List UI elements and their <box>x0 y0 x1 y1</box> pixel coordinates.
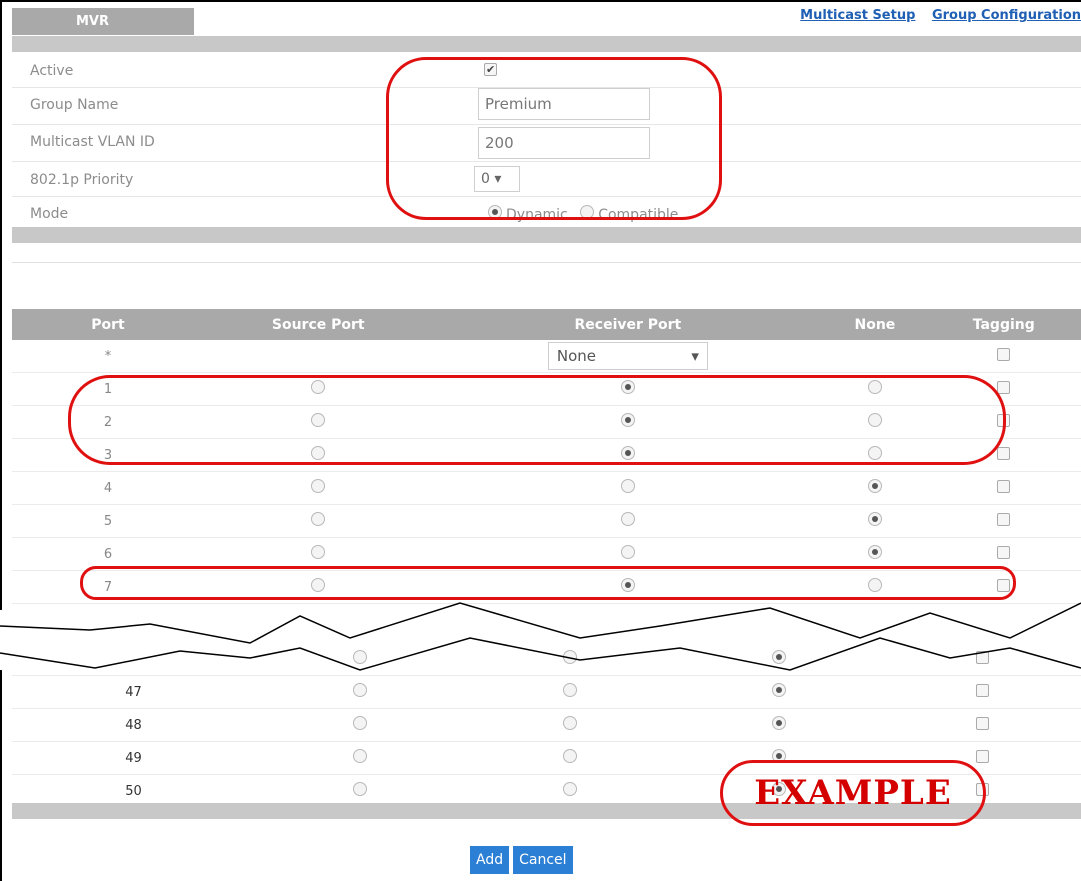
col-source-port: Source Port <box>204 309 433 340</box>
top-links: Multicast Setup Group Configuration <box>788 8 1081 23</box>
multicast-vlan-label: Multicast VLAN ID <box>30 134 155 150</box>
all-ports-label: * <box>12 340 204 373</box>
none-port-radio[interactable] <box>772 716 787 730</box>
table-row: 4 <box>12 471 1081 505</box>
mode-label: Mode <box>30 206 69 222</box>
priority-label: 802.1p Priority <box>30 172 134 188</box>
tagging-checkbox[interactable] <box>997 446 1011 460</box>
header-divider-bar <box>12 36 1081 52</box>
left-border <box>0 0 2 881</box>
break-zigzag <box>0 602 1081 671</box>
chevron-down-icon: ▾ <box>691 347 699 365</box>
example-stamp: EXAMPLE <box>720 760 986 826</box>
annotation-form-highlight <box>386 57 722 220</box>
port-number: 49 <box>12 741 256 775</box>
receiver-port-radio[interactable] <box>620 545 635 559</box>
add-button[interactable]: Add <box>470 846 510 874</box>
source-port-radio[interactable] <box>311 512 326 526</box>
receiver-port-radio[interactable] <box>562 782 577 796</box>
col-none: None <box>823 309 927 340</box>
receiver-port-radio[interactable] <box>562 749 577 763</box>
button-group: Add Cancel <box>470 846 577 874</box>
col-receiver-port: Receiver Port <box>432 309 824 340</box>
source-port-radio[interactable] <box>311 545 326 559</box>
cancel-button[interactable]: Cancel <box>513 846 573 874</box>
tagging-checkbox[interactable] <box>997 479 1011 493</box>
table-row: 48 <box>12 708 1081 742</box>
receiver-port-radio[interactable] <box>562 683 577 697</box>
tagging-all-checkbox[interactable] <box>997 347 1011 361</box>
tagging-checkbox[interactable] <box>976 749 990 763</box>
tagging-checkbox[interactable] <box>997 380 1011 394</box>
tagging-checkbox[interactable] <box>997 512 1011 526</box>
annotation-ports-1-3 <box>68 375 1006 465</box>
none-port-radio[interactable] <box>772 683 787 697</box>
col-tagging: Tagging <box>926 309 1081 340</box>
none-port-radio[interactable] <box>867 512 882 526</box>
receiver-port-radio[interactable] <box>562 716 577 730</box>
port-number: 48 <box>12 708 256 742</box>
mvr-tab: MVR <box>12 8 194 35</box>
form-bottom-bar <box>12 227 1081 243</box>
table-row: 47 <box>12 675 1081 709</box>
source-port-radio[interactable] <box>352 782 367 796</box>
source-port-radio[interactable] <box>352 683 367 697</box>
multicast-setup-link[interactable]: Multicast Setup <box>800 8 915 23</box>
break-line-upper <box>0 602 1081 644</box>
none-port-radio[interactable] <box>867 479 882 493</box>
tagging-checkbox[interactable] <box>997 545 1011 559</box>
group-name-label: Group Name <box>30 97 119 113</box>
port-number: 5 <box>12 504 204 538</box>
mvr-page: MVR Multicast Setup Group Configuration … <box>0 0 1081 881</box>
all-ports-row: * None ▾ <box>12 340 1081 373</box>
receiver-all-select[interactable]: None ▾ <box>547 342 708 370</box>
group-configuration-link[interactable]: Group Configuration <box>932 8 1081 23</box>
port-number: 47 <box>12 675 256 709</box>
receiver-port-radio[interactable] <box>620 479 635 493</box>
annotation-port-7 <box>80 566 1016 600</box>
none-port-radio[interactable] <box>867 545 882 559</box>
port-number: 4 <box>12 471 204 505</box>
source-port-radio[interactable] <box>311 479 326 493</box>
table-row: 5 <box>12 504 1081 538</box>
receiver-port-radio[interactable] <box>620 512 635 526</box>
col-port: Port <box>12 309 204 340</box>
tagging-checkbox[interactable] <box>976 716 990 730</box>
section-separator <box>12 262 1081 263</box>
break-line-lower <box>0 637 1081 671</box>
port-table-header: Port Source Port Receiver Port None Tagg… <box>12 309 1081 340</box>
tagging-checkbox[interactable] <box>976 683 990 697</box>
source-port-radio[interactable] <box>352 749 367 763</box>
receiver-all-select-value: None <box>556 347 597 365</box>
top-border <box>0 0 1081 2</box>
active-label: Active <box>30 63 74 79</box>
source-port-radio[interactable] <box>352 716 367 730</box>
